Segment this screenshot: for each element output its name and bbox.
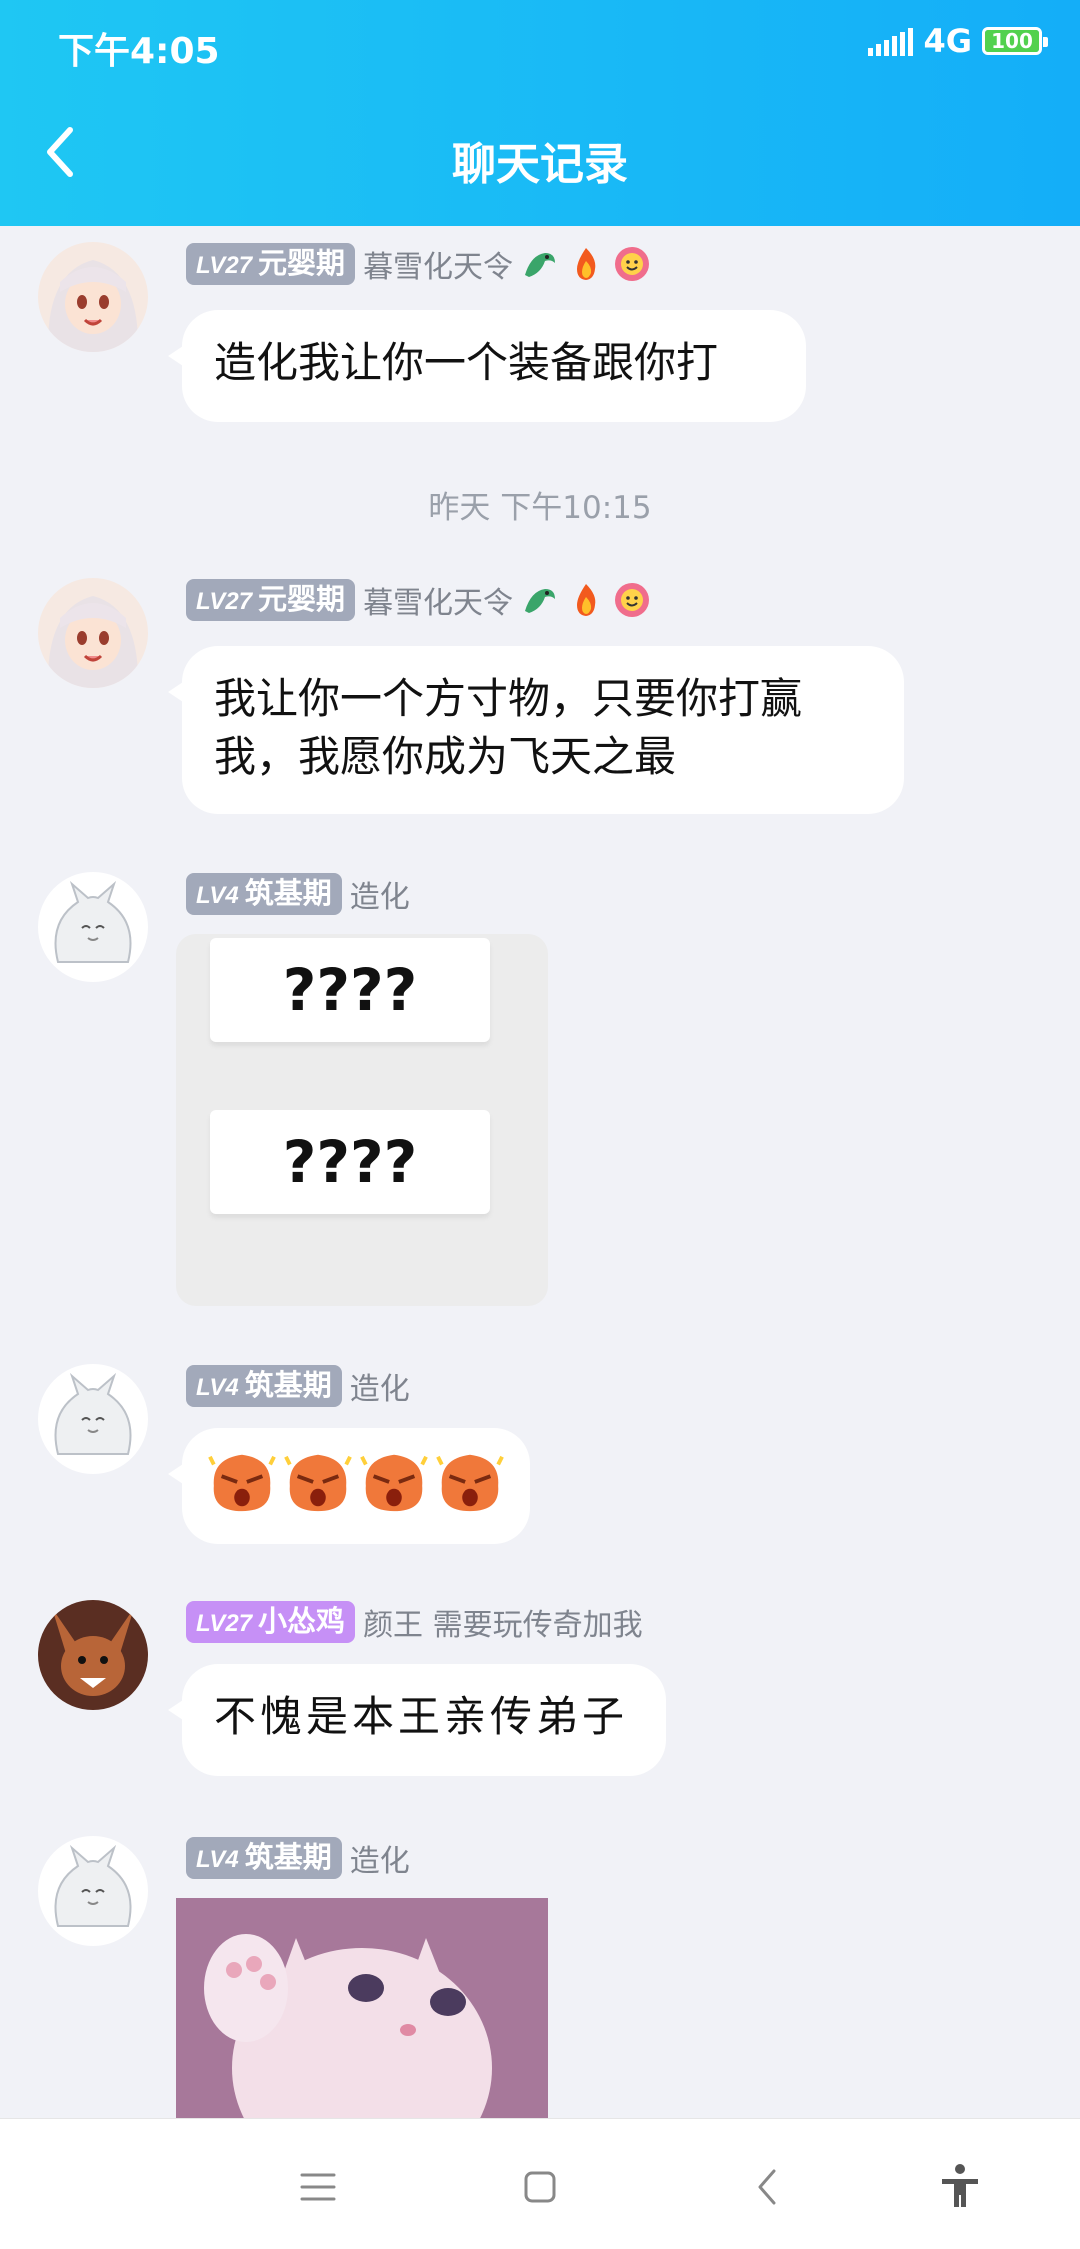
back-nav-icon — [758, 2169, 776, 2205]
avatar-white-fox[interactable] — [38, 872, 148, 982]
level-badge: LV4 筑基期 — [186, 1365, 342, 1407]
sticker-bubble[interactable] — [168, 1428, 530, 1544]
sender-info: LV27 元婴期 暮雪化天令 — [186, 578, 651, 622]
flower-face-icon — [613, 245, 651, 283]
level-badge: LV4 筑基期 — [186, 873, 342, 915]
battery-level: 100 — [985, 30, 1039, 52]
message-bubble[interactable]: 我让你一个方寸物，只要你打赢我，我愿你成为飞天之最 — [168, 646, 904, 814]
accessibility-button[interactable] — [932, 2159, 988, 2215]
level-badge: LV27 元婴期 — [186, 243, 356, 285]
sender-name: 造化 — [349, 880, 410, 915]
time-separator: 昨天 下午10:15 — [428, 490, 652, 526]
level-badge: LV27 元婴期 — [186, 579, 356, 621]
angry-face-icon — [360, 1454, 428, 1512]
accessibility-icon — [942, 2164, 978, 2207]
sender-name: 暮雪化天令 — [363, 250, 514, 285]
level-badge: LV27 小怂鸡 — [186, 1601, 356, 1643]
angry-face-icon — [208, 1454, 276, 1512]
status-icons: 4G 100 — [868, 22, 1048, 60]
network-type: 4G — [923, 22, 972, 60]
sender-name: 暮雪化天令 — [363, 586, 514, 621]
system-nav-bar — [0, 2118, 1080, 2249]
sender-name: 颜王 需要玩传奇加我 — [363, 1608, 643, 1643]
sender-name: 造化 — [349, 1372, 410, 1407]
menu-button[interactable] — [290, 2159, 346, 2215]
sender-name: 造化 — [349, 1844, 410, 1879]
angry-face-icon — [284, 1454, 352, 1512]
angry-face-icon — [436, 1454, 504, 1512]
back-nav-button[interactable] — [740, 2159, 796, 2215]
battery-icon: 100 — [982, 27, 1048, 55]
level-badge: LV4 筑基期 — [186, 1837, 342, 1879]
sender-info: LV4 筑基期 造化 — [186, 1836, 410, 1880]
home-button[interactable] — [512, 2159, 568, 2215]
dragon-icon — [521, 581, 559, 619]
kitten-image[interactable] — [176, 1898, 548, 2118]
dragon-icon — [521, 245, 559, 283]
home-icon — [524, 2171, 556, 2203]
sender-info: LV27 小怂鸡 颜王 需要玩传奇加我 — [186, 1600, 643, 1644]
page-title: 聊天记录 — [452, 139, 628, 190]
fire-icon — [567, 245, 605, 283]
sender-info: LV4 筑基期 造化 — [186, 1364, 410, 1408]
image-message[interactable]: ???? ???? — [176, 934, 548, 1306]
fire-icon — [567, 581, 605, 619]
header-bar: 下午4:05 4G 100 聊天记录 — [0, 0, 1080, 226]
avatar-brown-fox[interactable] — [38, 1600, 148, 1710]
avatar-white-fox[interactable] — [38, 1364, 148, 1474]
sender-info: LV4 筑基期 造化 — [186, 872, 410, 916]
signal-icon — [868, 26, 914, 56]
sender-info: LV27 元婴期 暮雪化天令 — [186, 242, 651, 286]
message-bubble[interactable]: 造化我让你一个装备跟你打 — [168, 310, 806, 422]
avatar-anime-girl[interactable] — [38, 242, 148, 352]
avatar-anime-girl[interactable] — [38, 578, 148, 688]
menu-icon — [300, 2173, 336, 2201]
image-text-box: ???? — [210, 1110, 490, 1214]
message-bubble[interactable]: 不愧是本王亲传弟子 — [168, 1664, 666, 1776]
flower-face-icon — [613, 581, 651, 619]
image-text-box: ???? — [210, 938, 490, 1042]
status-time: 下午4:05 — [58, 31, 220, 72]
avatar-white-fox[interactable] — [38, 1836, 148, 1946]
